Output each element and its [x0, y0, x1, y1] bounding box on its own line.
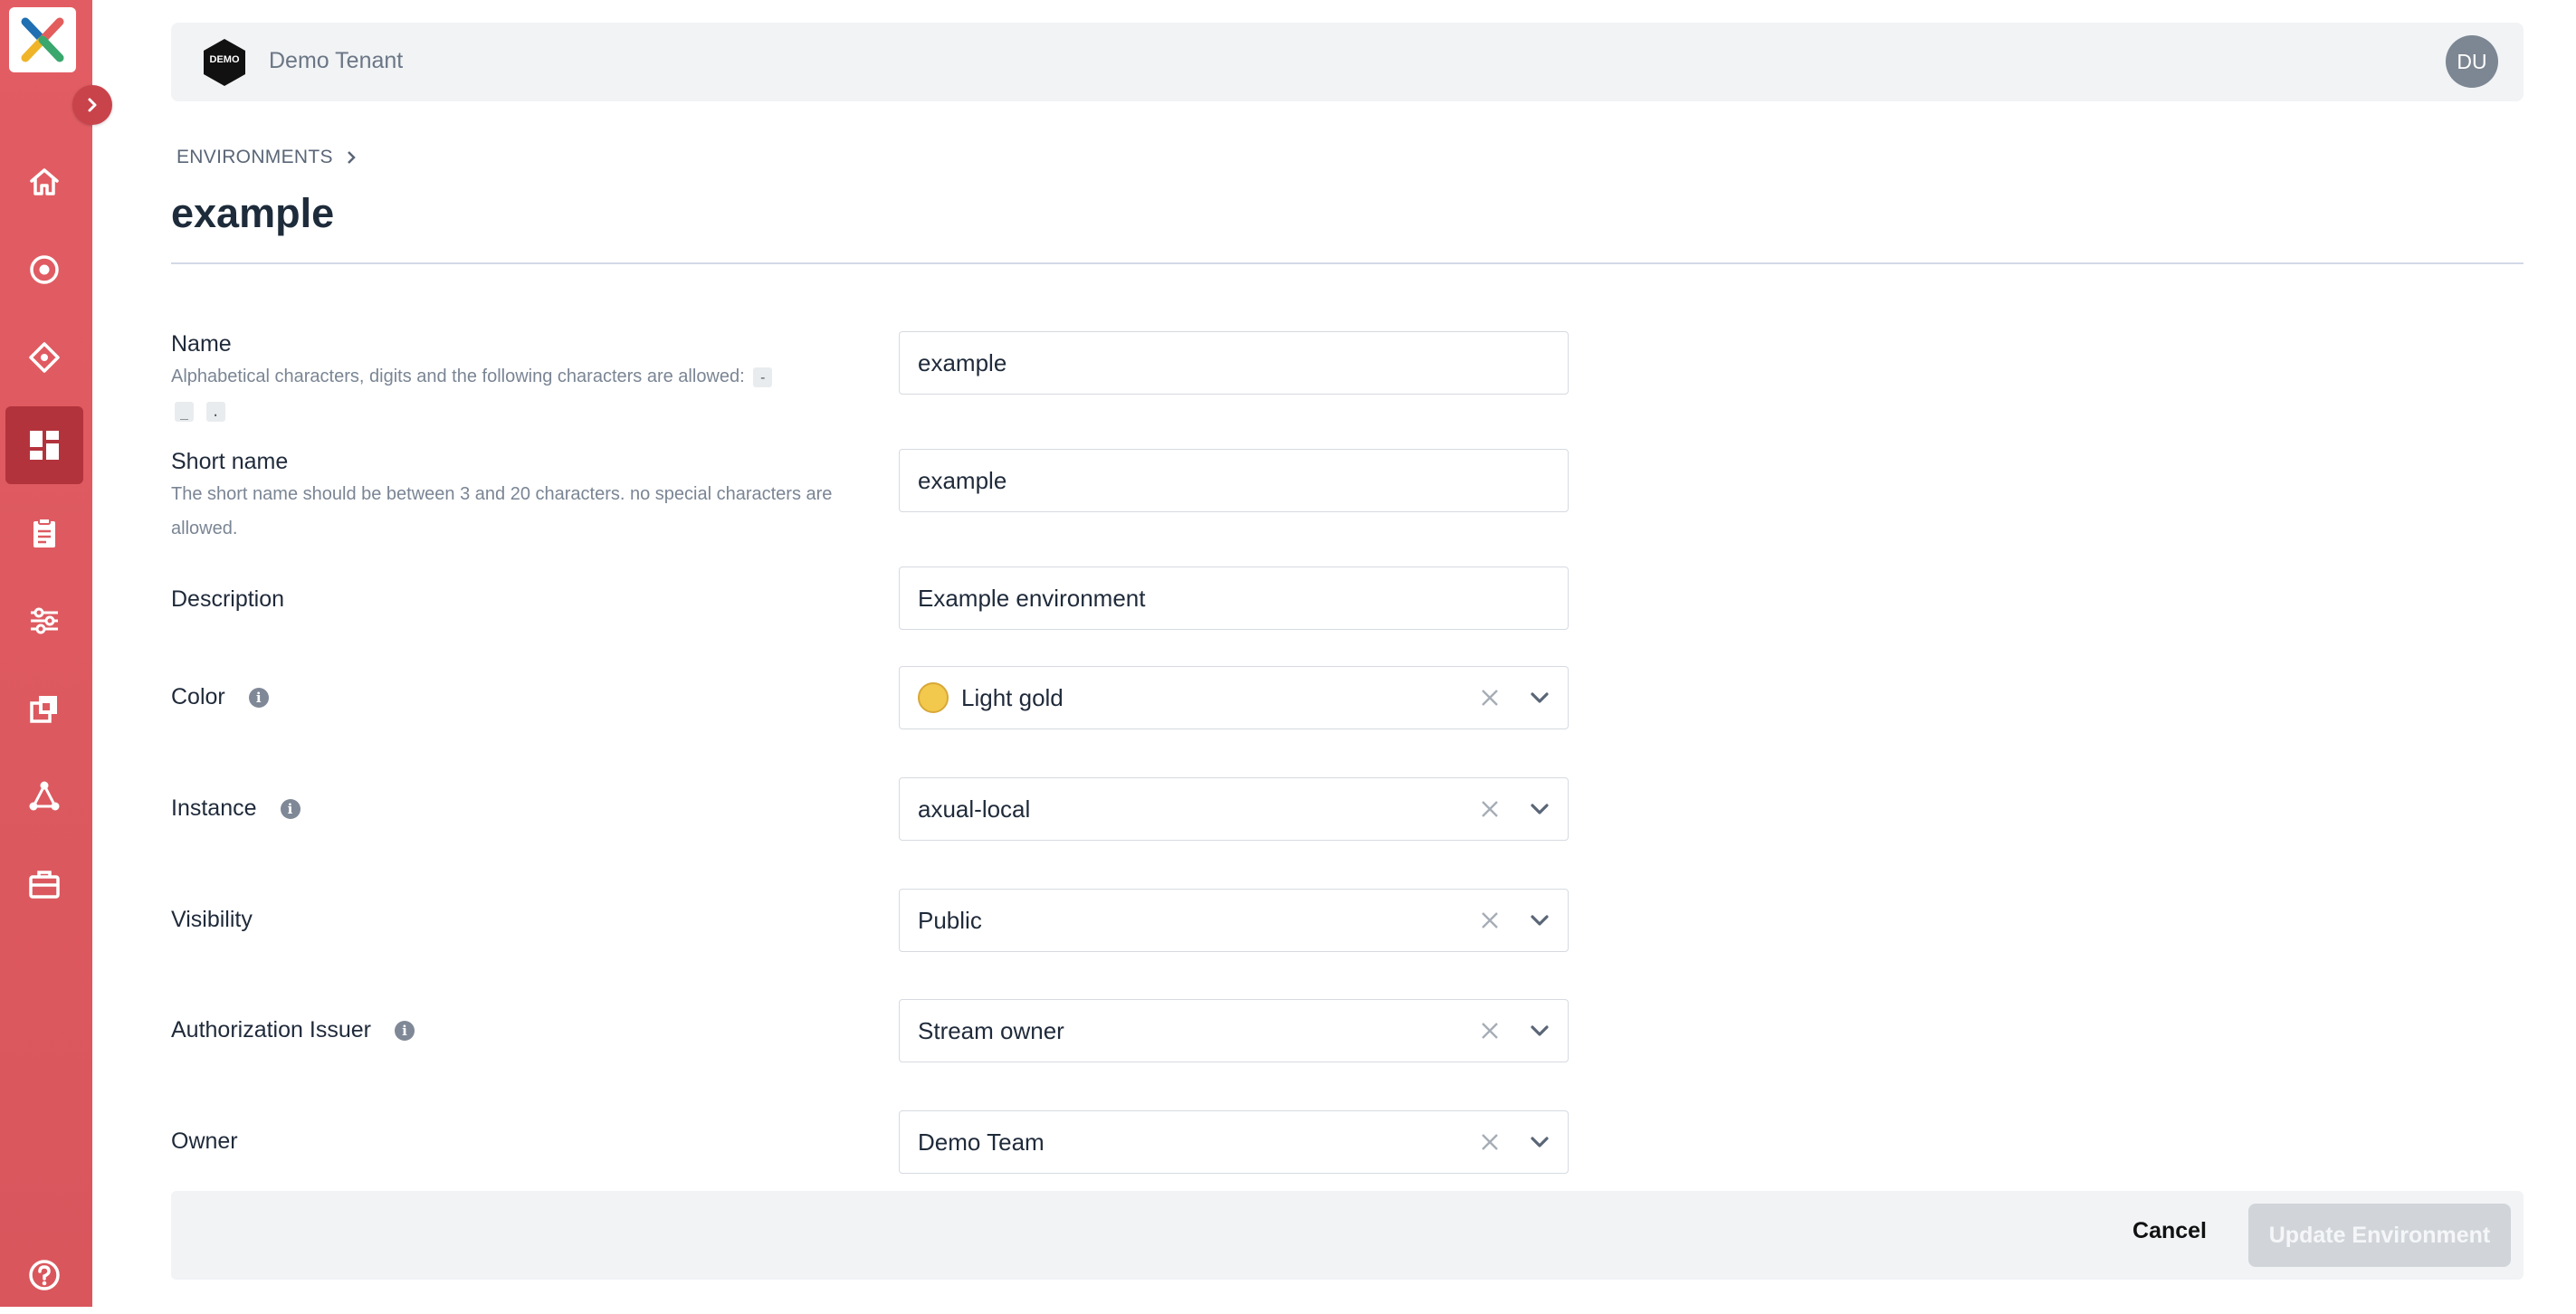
tenant-name[interactable]: Demo Tenant [269, 48, 403, 74]
info-icon[interactable]: i [248, 687, 269, 708]
allowed-char: _ [175, 402, 195, 422]
sidebar-item-home[interactable] [5, 143, 83, 221]
app-logo-icon [21, 17, 64, 62]
home-icon [30, 168, 59, 195]
clear-icon[interactable] [1477, 796, 1503, 822]
update-environment-button[interactable]: Update Environment [2248, 1204, 2511, 1267]
top-bar: DEMO Demo Tenant DU [171, 23, 2524, 101]
page-title: example [171, 190, 335, 236]
copy-icon [30, 696, 57, 723]
sidebar-item-applications[interactable] [5, 670, 83, 747]
sidebar-item-tools[interactable] [5, 845, 83, 923]
owner-select[interactable]: Demo Team [899, 1110, 1569, 1174]
chevron-down-icon[interactable] [1526, 1128, 1553, 1156]
owner-label: Owner [171, 1128, 238, 1154]
app-logo[interactable] [9, 7, 76, 72]
instance-select[interactable]: axual-local [899, 777, 1569, 841]
diamond-icon [29, 342, 60, 373]
color-label: Color i [171, 684, 269, 710]
user-avatar[interactable]: DU [2446, 35, 2498, 88]
sidebar-help[interactable] [5, 1236, 83, 1314]
chevron-down-icon[interactable] [1526, 1017, 1553, 1044]
cancel-button[interactable]: Cancel [2132, 1218, 2207, 1244]
clear-icon[interactable] [1477, 1018, 1503, 1043]
short-name-input[interactable]: example [899, 449, 1569, 512]
allowed-char: . [205, 402, 225, 422]
breadcrumb: ENVIRONMENTS [177, 147, 358, 168]
name-help: Alphabetical characters, digits and the … [171, 359, 859, 428]
info-icon[interactable]: i [280, 798, 301, 819]
short-name-help: The short name should be between 3 and 2… [171, 484, 833, 538]
sidebar-expand-button[interactable] [72, 85, 112, 125]
toolbox-icon [29, 871, 60, 899]
breadcrumb-environments-link[interactable]: ENVIRONMENTS [177, 147, 333, 168]
name-label: Name [171, 331, 232, 357]
help-circle-icon [29, 1260, 60, 1290]
sidebar-item-settings[interactable] [5, 582, 83, 660]
clear-icon[interactable] [1477, 685, 1503, 710]
visibility-label: Visibility [171, 907, 253, 932]
allowed-char: - [753, 367, 773, 387]
chevron-right-icon [347, 151, 356, 164]
sidebar-item-environments[interactable] [5, 406, 83, 484]
chevron-down-icon[interactable] [1526, 684, 1553, 711]
authorization-issuer-label: Authorization Issuer i [171, 1017, 415, 1043]
description-input[interactable]: Example environment [899, 567, 1569, 630]
chevron-down-icon[interactable] [1526, 907, 1553, 934]
color-swatch [918, 682, 949, 713]
description-label: Description [171, 586, 285, 612]
info-icon[interactable]: i [394, 1020, 415, 1041]
network-icon [29, 781, 60, 811]
sidebar [0, 0, 112, 1307]
authorization-issuer-select[interactable]: Stream owner [899, 999, 1569, 1062]
sliders-icon [31, 607, 58, 634]
sidebar-item-tasks[interactable] [5, 494, 83, 572]
color-select[interactable]: Light gold [899, 666, 1569, 729]
chevron-down-icon[interactable] [1526, 795, 1553, 823]
sidebar-item-streams[interactable] [5, 319, 83, 396]
title-divider [171, 262, 2524, 264]
sidebar-item-topology[interactable] [5, 757, 83, 835]
name-input[interactable]: example [899, 331, 1569, 395]
form-action-bar: Cancel Update Environment [171, 1191, 2524, 1280]
instance-label: Instance i [171, 795, 301, 822]
sidebar-item-target[interactable] [5, 231, 83, 309]
visibility-select[interactable]: Public [899, 889, 1569, 952]
clear-icon[interactable] [1477, 1129, 1503, 1155]
clear-icon[interactable] [1477, 908, 1503, 933]
clipboard-icon [33, 518, 55, 548]
tenant-logo: DEMO [200, 37, 249, 88]
target-icon [30, 255, 59, 284]
short-name-label: Short name [171, 449, 289, 474]
chevron-right-icon [88, 98, 97, 112]
dashboard-grid-icon [30, 431, 59, 460]
